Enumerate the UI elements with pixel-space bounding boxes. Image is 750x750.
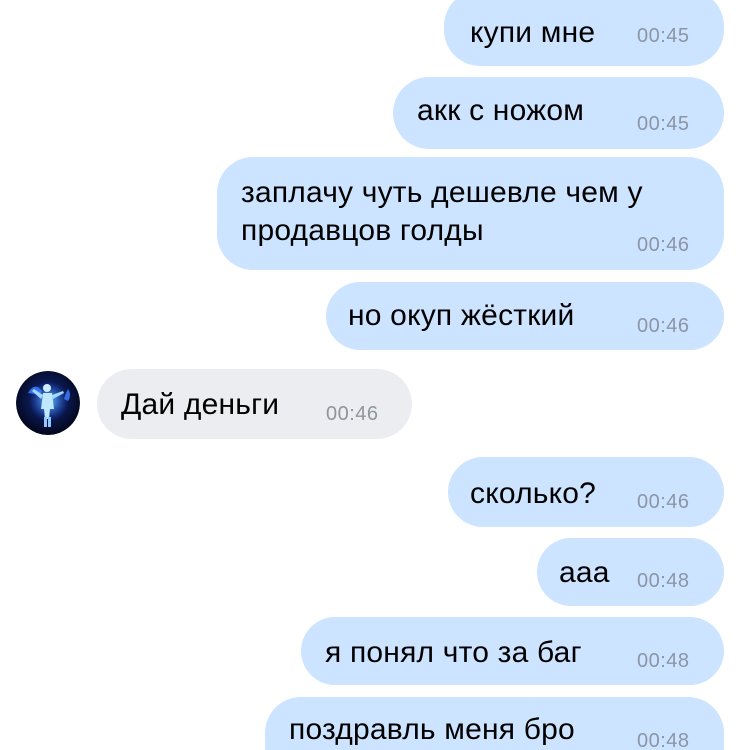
message-text: поздравль меня бро [289, 713, 575, 746]
message-text: сколько? [470, 477, 597, 510]
message-timestamp: 00:46 [637, 491, 690, 513]
message-timestamp: 00:46 [637, 315, 690, 337]
outgoing-message-bubble[interactable]: сколько? 00:46 [448, 457, 724, 527]
message-text: акк с ножом [417, 94, 585, 127]
message-text: но окуп жёсткий [348, 299, 575, 332]
message-timestamp: 00:48 [637, 650, 690, 672]
message-timestamp: 00:46 [637, 234, 690, 256]
message-text: купи мне [470, 16, 596, 49]
user-avatar-icon [16, 371, 80, 435]
message-text: ааа [559, 556, 610, 589]
outgoing-message-bubble[interactable]: акк с ножом 00:45 [393, 77, 724, 149]
message-text: Дай деньги [121, 388, 280, 421]
message-timestamp: 00:46 [326, 403, 379, 425]
outgoing-message-bubble[interactable]: но окуп жёсткий 00:46 [326, 282, 724, 350]
message-text-line: продавцов голды [241, 214, 484, 247]
message-text: я понял что за баг [325, 636, 582, 669]
message-text-line: заплачу чуть дешевле чем у [241, 176, 643, 209]
outgoing-message-bubble[interactable]: поздравль меня бро 00:48 [265, 697, 724, 750]
chat-message-list[interactable]: купи мне 00:45 акк с ножом 00:45 заплачу… [0, 0, 750, 750]
message-timestamp: 00:45 [637, 113, 690, 135]
message-text: заплачу чуть дешевле чем у продавцов гол… [241, 174, 643, 250]
message-timestamp: 00:48 [637, 570, 690, 592]
message-timestamp: 00:45 [637, 25, 690, 47]
outgoing-message-bubble[interactable]: ааа 00:48 [537, 538, 724, 606]
outgoing-message-bubble[interactable]: я понял что за баг 00:48 [301, 617, 724, 685]
outgoing-message-bubble[interactable]: купи мне 00:45 [444, 0, 724, 66]
message-timestamp: 00:48 [637, 730, 690, 750]
avatar[interactable] [16, 371, 80, 435]
outgoing-message-bubble[interactable]: заплачу чуть дешевле чем у продавцов гол… [217, 157, 724, 270]
incoming-message-bubble[interactable]: Дай деньги 00:46 [97, 369, 412, 439]
